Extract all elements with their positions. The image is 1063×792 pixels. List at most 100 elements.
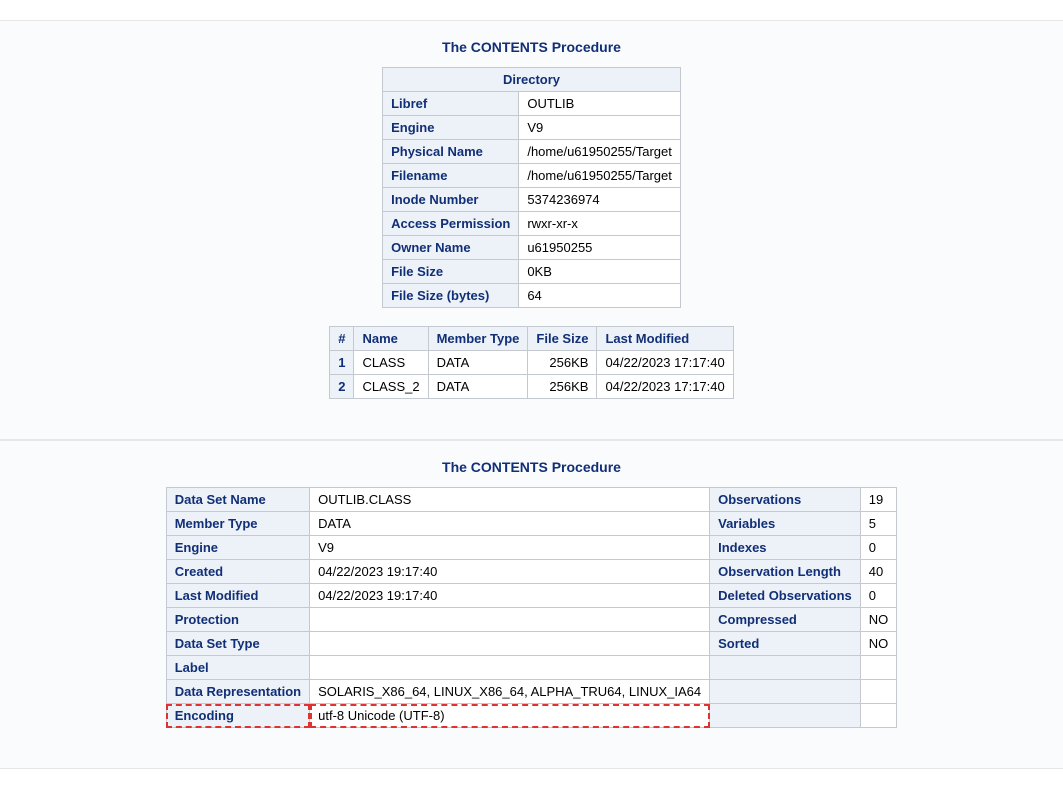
attr-label-left: Encoding [166, 704, 309, 728]
directory-label: Libref [383, 92, 519, 116]
directory-row: Filename/home/u61950255/Target [383, 164, 681, 188]
attr-row: Member TypeDATAVariables5 [166, 512, 897, 536]
attr-label-left: Label [166, 656, 309, 680]
directory-row: Inode Number5374236974 [383, 188, 681, 212]
member-filesize: 256KB [528, 351, 597, 375]
directory-table: Directory LibrefOUTLIBEngineV9Physical N… [382, 67, 681, 308]
attr-label-right: Observations [710, 488, 861, 512]
attr-value-right: 5 [860, 512, 897, 536]
directory-row: LibrefOUTLIB [383, 92, 681, 116]
directory-label: Engine [383, 116, 519, 140]
directory-label: File Size [383, 260, 519, 284]
directory-value: /home/u61950255/Target [519, 164, 681, 188]
directory-row: EngineV9 [383, 116, 681, 140]
attr-value-left: 04/22/2023 19:17:40 [310, 584, 710, 608]
member-name: CLASS_2 [354, 375, 428, 399]
attr-label-left: Created [166, 560, 309, 584]
attr-value-left: 04/22/2023 19:17:40 [310, 560, 710, 584]
contents-procedure-section-1: The CONTENTS Procedure Directory LibrefO… [0, 20, 1063, 440]
dataset-attributes-table: Data Set NameOUTLIB.CLASSObservations19M… [166, 487, 898, 728]
attr-row: Encodingutf-8 Unicode (UTF-8) [166, 704, 897, 728]
directory-row: File Size (bytes)64 [383, 284, 681, 308]
members-table: #NameMember TypeFile SizeLast Modified 1… [329, 326, 733, 399]
attr-label-left: Data Representation [166, 680, 309, 704]
attr-value-left: V9 [310, 536, 710, 560]
members-header-cell: Member Type [428, 327, 528, 351]
attr-row: Data Set Type SortedNO [166, 632, 897, 656]
attr-label-left: Data Set Name [166, 488, 309, 512]
directory-row: File Size0KB [383, 260, 681, 284]
attr-row: Created04/22/2023 19:17:40Observation Le… [166, 560, 897, 584]
attr-label-right: Compressed [710, 608, 861, 632]
directory-value: OUTLIB [519, 92, 681, 116]
directory-value: /home/u61950255/Target [519, 140, 681, 164]
member-type: DATA [428, 351, 528, 375]
attr-label-left: Last Modified [166, 584, 309, 608]
attr-value-left: utf-8 Unicode (UTF-8) [310, 704, 710, 728]
directory-row: Physical Name/home/u61950255/Target [383, 140, 681, 164]
attr-label-right [710, 704, 861, 728]
directory-caption: Directory [383, 68, 681, 92]
contents-procedure-section-2: The CONTENTS Procedure Data Set NameOUTL… [0, 440, 1063, 769]
attr-label-right: Sorted [710, 632, 861, 656]
members-header-cell: # [330, 327, 354, 351]
attr-label-left: Engine [166, 536, 309, 560]
directory-label: Physical Name [383, 140, 519, 164]
members-header-cell: Name [354, 327, 428, 351]
members-header-cell: File Size [528, 327, 597, 351]
attr-row: Protection CompressedNO [166, 608, 897, 632]
attr-value-left: DATA [310, 512, 710, 536]
attr-value-left: OUTLIB.CLASS [310, 488, 710, 512]
members-row: 2CLASS_2DATA256KB04/22/2023 17:17:40 [330, 375, 733, 399]
attr-row: Label [166, 656, 897, 680]
attr-row: Data Set NameOUTLIB.CLASSObservations19 [166, 488, 897, 512]
directory-value: V9 [519, 116, 681, 140]
member-lastmodified: 04/22/2023 17:17:40 [597, 351, 733, 375]
attr-value-right [860, 656, 897, 680]
attr-value-right [860, 704, 897, 728]
directory-row: Owner Nameu61950255 [383, 236, 681, 260]
attr-label-left: Data Set Type [166, 632, 309, 656]
directory-label: Inode Number [383, 188, 519, 212]
directory-label: Access Permission [383, 212, 519, 236]
attr-label-left: Member Type [166, 512, 309, 536]
member-name: CLASS [354, 351, 428, 375]
attr-row: EngineV9Indexes0 [166, 536, 897, 560]
attr-row: Last Modified04/22/2023 19:17:40Deleted … [166, 584, 897, 608]
attr-label-right: Observation Length [710, 560, 861, 584]
attr-label-right [710, 680, 861, 704]
attr-label-right: Indexes [710, 536, 861, 560]
attr-label-right: Deleted Observations [710, 584, 861, 608]
attr-value-right: NO [860, 632, 897, 656]
attr-value-left [310, 608, 710, 632]
attr-value-right: 19 [860, 488, 897, 512]
attr-label-right: Variables [710, 512, 861, 536]
attr-value-right: 40 [860, 560, 897, 584]
attr-label-right [710, 656, 861, 680]
section-title: The CONTENTS Procedure [0, 459, 1063, 475]
member-lastmodified: 04/22/2023 17:17:40 [597, 375, 733, 399]
row-number: 2 [330, 375, 354, 399]
members-header-cell: Last Modified [597, 327, 733, 351]
attr-row: Data RepresentationSOLARIS_X86_64, LINUX… [166, 680, 897, 704]
directory-value: 0KB [519, 260, 681, 284]
section-title: The CONTENTS Procedure [0, 39, 1063, 55]
attr-value-right [860, 680, 897, 704]
directory-label: Filename [383, 164, 519, 188]
directory-row: Access Permissionrwxr-xr-x [383, 212, 681, 236]
directory-value: 5374236974 [519, 188, 681, 212]
attr-label-left: Protection [166, 608, 309, 632]
directory-value: 64 [519, 284, 681, 308]
directory-value: rwxr-xr-x [519, 212, 681, 236]
attr-value-right: 0 [860, 536, 897, 560]
directory-value: u61950255 [519, 236, 681, 260]
attr-value-right: 0 [860, 584, 897, 608]
attr-value-left: SOLARIS_X86_64, LINUX_X86_64, ALPHA_TRU6… [310, 680, 710, 704]
members-row: 1CLASSDATA256KB04/22/2023 17:17:40 [330, 351, 733, 375]
attr-value-left [310, 656, 710, 680]
directory-label: File Size (bytes) [383, 284, 519, 308]
directory-label: Owner Name [383, 236, 519, 260]
member-type: DATA [428, 375, 528, 399]
attr-value-right: NO [860, 608, 897, 632]
attr-value-left [310, 632, 710, 656]
